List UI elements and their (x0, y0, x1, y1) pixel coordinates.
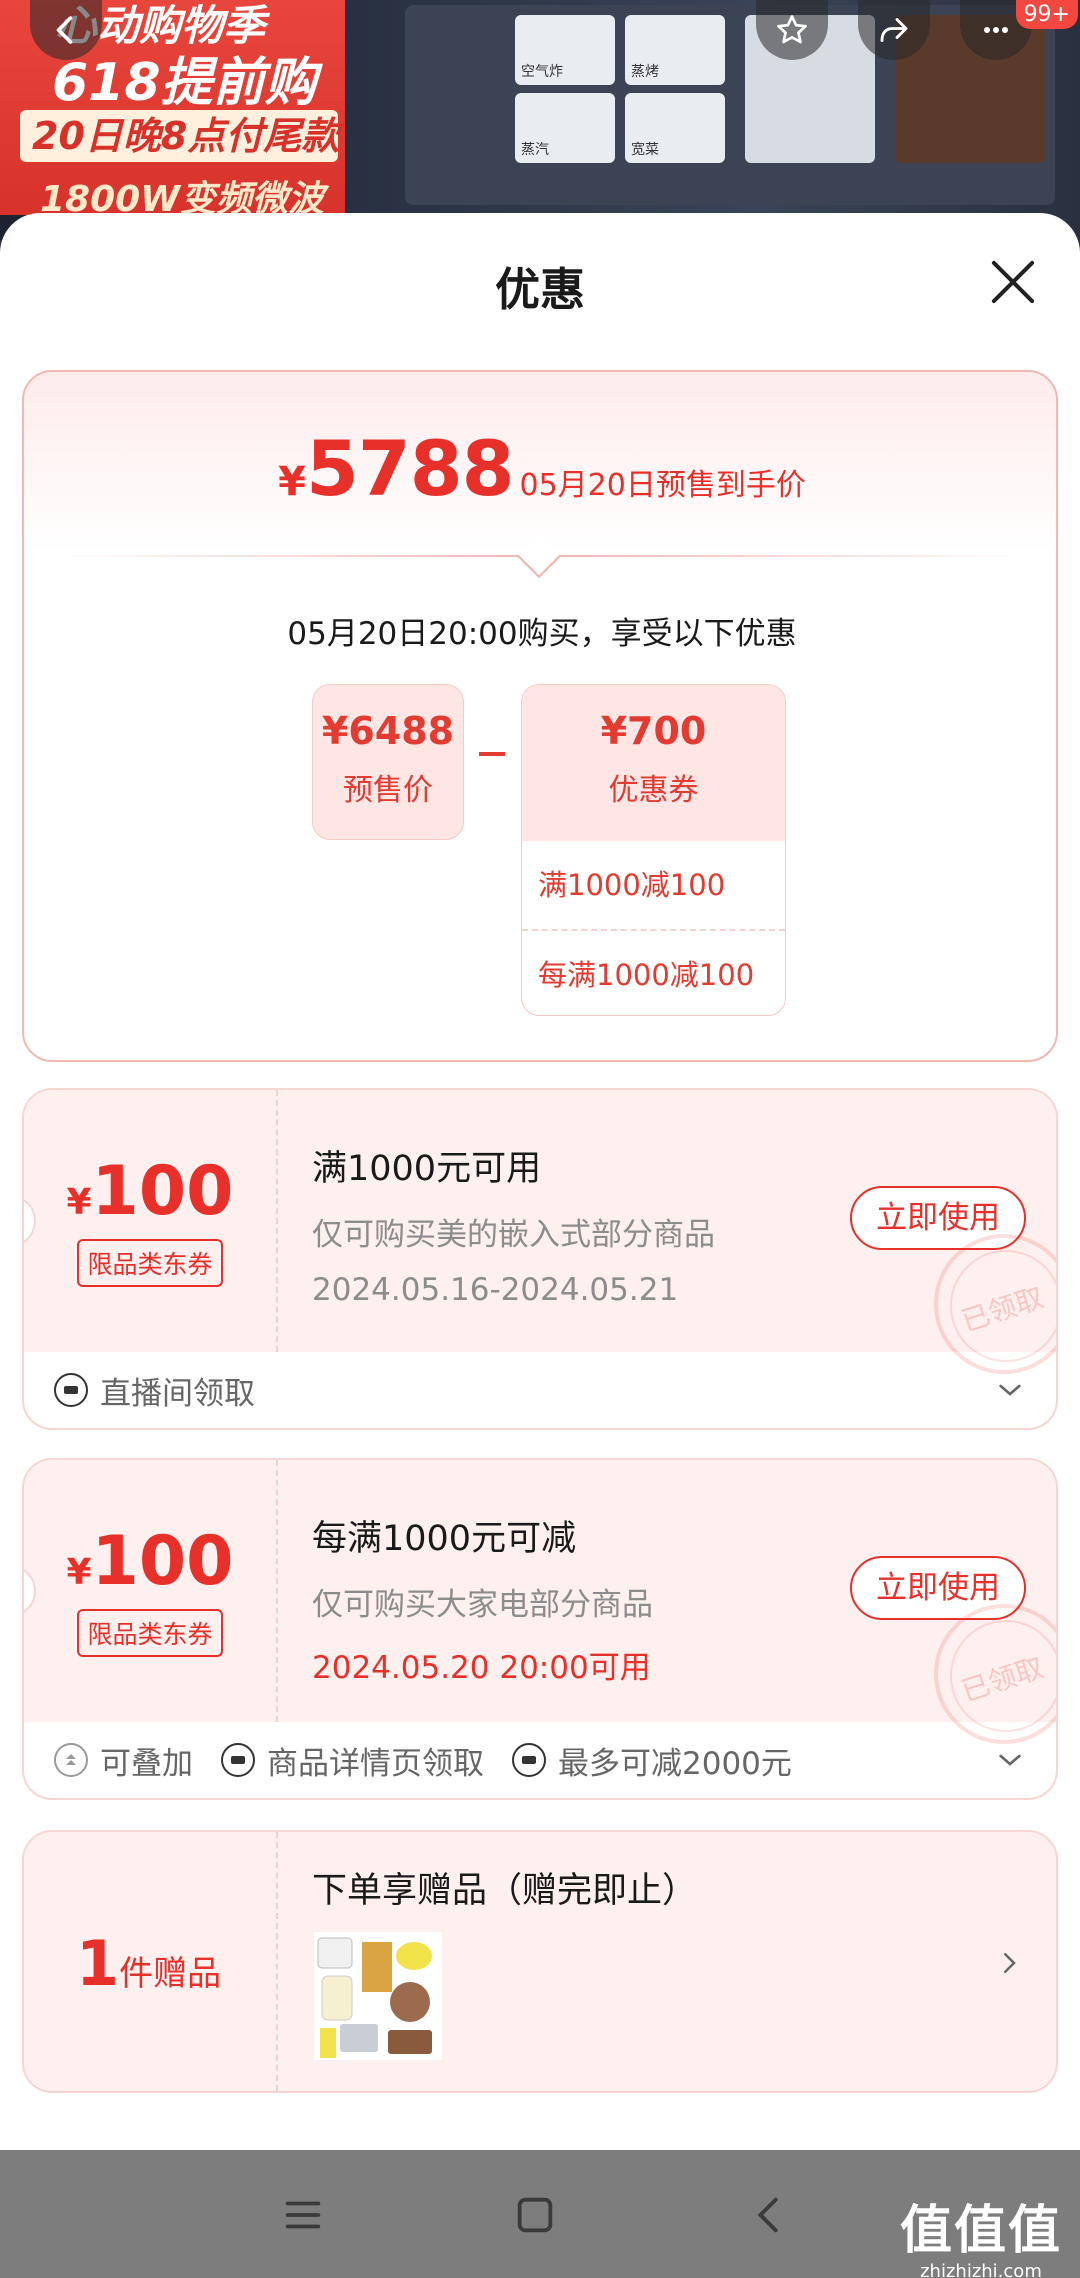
watermark: 值值值 zhizhizhi.com (900, 2188, 1062, 2278)
gift-title: 下单享赠品（赠完即止） (312, 1871, 698, 1911)
coupon-discount-label: 优惠券 (608, 773, 699, 808)
oven-tile: 蒸烤 (625, 15, 725, 85)
coupon-footer[interactable]: 直播间领取 (24, 1352, 1056, 1428)
menu-icon (285, 2201, 321, 2229)
price-summary-card: ¥5788 05月20日预售到手价 05月20日20:00购买，享受以下优惠 ¥6… (22, 370, 1058, 1062)
coupon-tag: 限品类东券 (77, 1239, 223, 1287)
currency-symbol: ¥ (66, 1552, 92, 1593)
coupon-card: ¥100 限品类东券 每满1000元可减 仅可购买大家电部分商品 2024.05… (22, 1458, 1058, 1800)
share-icon (880, 18, 908, 42)
home-square-icon (517, 2197, 553, 2233)
back-nav-button[interactable] (735, 2180, 805, 2250)
promo-line: 618提前购 (52, 53, 317, 113)
gift-count: 1 (76, 1927, 120, 2000)
coupon-amount: 100 (91, 1152, 234, 1231)
oven-control-panel-image: 空气炸 蒸烤 蒸汽 宽菜 (405, 5, 1055, 205)
coupon-card: ¥100 限品类东券 满1000元可用 仅可购买美的嵌入式部分商品 2024.0… (22, 1088, 1058, 1430)
presale-price-box: ¥6488 预售价 (312, 684, 464, 840)
currency-symbol: ¥ (278, 459, 306, 505)
chevron-right-icon (1004, 1953, 1016, 1973)
coupon-icon (54, 1373, 88, 1407)
star-icon (777, 15, 807, 44)
back-arrow-icon (757, 2197, 778, 2233)
coupon-source: 直播间领取 (100, 1375, 255, 1412)
minus-sign (479, 752, 505, 756)
more-dots-icon (984, 27, 1008, 33)
home-button[interactable] (500, 2180, 570, 2250)
coupon-scope: 仅可购买美的嵌入式部分商品 (312, 1217, 715, 1253)
coupon-tag: 限品类东券 (77, 1609, 223, 1657)
chevron-down-icon[interactable] (994, 1374, 1026, 1406)
coupon-scope: 仅可购买大家电部分商品 (312, 1587, 653, 1623)
oven-tile: 空气炸 (515, 15, 615, 85)
gift-card[interactable]: 1件赠品 下单享赠品（赠完即止） (22, 1830, 1058, 2093)
coupon-icon (512, 1743, 546, 1777)
coupon-stub: ¥100 限品类东券 (24, 1090, 278, 1352)
watermark-domain: zhizhizhi.com (920, 2261, 1042, 2278)
close-button[interactable] (988, 257, 1038, 307)
oven-tile: 宽菜 (625, 93, 725, 163)
kitchenware-image (317, 1937, 432, 2058)
claimed-stamp-text: 已领取 (957, 1650, 1048, 1709)
claimed-stamp-text: 已领取 (957, 1280, 1048, 1339)
chevron-left-icon (56, 16, 73, 44)
coupon-icon (221, 1743, 255, 1777)
gift-thumbnail[interactable] (314, 1932, 442, 2060)
presale-price: ¥6488 (321, 709, 455, 753)
watermark-logo: 值值值 (899, 2201, 1062, 2261)
gift-unit: 件赠品 (119, 1954, 222, 1994)
menu-button[interactable] (268, 2180, 338, 2250)
currency-symbol: ¥ (66, 1182, 92, 1223)
coupon-discount-value: ¥700 (600, 709, 707, 753)
coupon-validity: 2024.05.16-2024.05.21 (312, 1272, 679, 1308)
discount-sheet: 优惠 ¥5788 05月20日预售到手价 05月20日20:00购买，享受以下优惠… (0, 213, 1080, 2150)
product-banner: 心动购物季 618提前购 20日晚8点付尾款 1800W变频微波 空气炸 蒸烤 … (0, 0, 1080, 240)
notification-badge: 99+ (1015, 0, 1078, 29)
buy-time-note: 05月20日20:00购买，享受以下优惠 (287, 616, 797, 652)
coupon-amount: 100 (91, 1522, 234, 1601)
coupon-source: 商品详情页领取 (267, 1745, 484, 1782)
coupon-stub: ¥100 限品类东券 (24, 1460, 278, 1722)
coupon-footer[interactable]: 可叠加 商品详情页领取 最多可减2000元 (24, 1722, 1056, 1798)
oven-tile: 蒸汽 (515, 93, 615, 163)
coupon-validity: 2024.05.20 20:00可用 (312, 1650, 651, 1686)
chevron-down-icon[interactable] (994, 1744, 1026, 1776)
presale-label: 预售价 (343, 773, 433, 808)
final-price: ¥5788 05月20日预售到手价 (24, 424, 1060, 513)
coupon-title: 每满1000元可减 (312, 1519, 577, 1559)
gift-stub: 1件赠品 (24, 1832, 278, 2091)
promo-line: 20日晚8点付尾款 (20, 110, 339, 162)
coupon-max-discount: 最多可减2000元 (558, 1745, 792, 1782)
divider-notch (517, 535, 561, 579)
coupon-discount-box: ¥700 优惠券 满1000减100 每满1000减100 (521, 684, 786, 1016)
coupon-rule: 满1000减100 (538, 868, 726, 902)
coupon-title: 满1000元可用 (312, 1149, 542, 1189)
coupon-feature: 可叠加 (100, 1745, 193, 1782)
coupon-rule: 每满1000减100 (522, 929, 785, 1015)
sheet-title: 优惠 (494, 263, 585, 316)
final-price-desc: 05月20日预售到手价 (519, 468, 806, 503)
final-price-value: 5788 (305, 424, 515, 513)
stack-icon (54, 1743, 88, 1777)
